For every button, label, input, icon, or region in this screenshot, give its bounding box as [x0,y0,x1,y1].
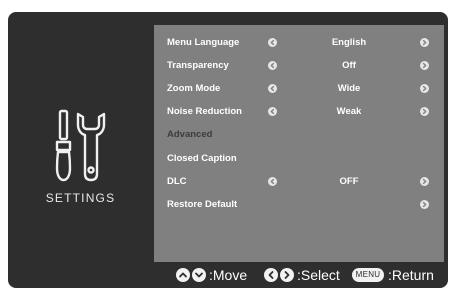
tools-icon [55,109,106,182]
right-arrow-icon[interactable] [420,200,429,209]
menu-item-label: Closed Caption [167,153,237,164]
menu-button-icon: MENU [352,268,384,282]
menu-item-zoom-mode[interactable]: Zoom Mode Wide [154,78,444,98]
up-button-icon [176,268,190,282]
settings-sidebar: SETTINGS [8,12,153,262]
settings-screen: SETTINGS Menu Language English Transparenc… [0,0,455,291]
menu-item-noise-reduction[interactable]: Noise Reduction Weak [154,101,444,121]
menu-item-label: Noise Reduction [167,106,242,117]
left-arrow-icon[interactable] [268,107,277,116]
key-hint-bar: :Move :Select MENU :Return [154,264,444,286]
move-hint: :Move [209,267,248,283]
right-arrow-icon[interactable] [420,61,429,70]
right-arrow-icon[interactable] [420,177,429,186]
right-arrow-icon[interactable] [420,107,429,116]
left-button-icon [264,268,278,282]
settings-menu: Menu Language English Transparency Off Zoom … [154,25,444,262]
menu-item-menu-language[interactable]: Menu Language English [154,32,444,52]
menu-item-label: Zoom Mode [167,83,221,94]
right-arrow-icon[interactable] [420,38,429,47]
menu-item-value: Off [342,60,356,71]
menu-item-label: Transparency [167,60,229,71]
settings-title: SETTINGS [45,191,116,205]
left-arrow-icon[interactable] [268,61,277,70]
left-arrow-icon[interactable] [268,177,277,186]
menu-item-dlc[interactable]: DLC OFF [154,171,444,191]
menu-item-value: Wide [337,83,361,94]
menu-item-value: OFF [339,176,359,187]
return-hint: :Return [388,267,434,283]
menu-item-value: Weak [336,106,362,117]
menu-item-label: Restore Default [167,199,238,210]
left-arrow-icon[interactable] [268,84,277,93]
down-button-icon [192,268,206,282]
select-hint: :Select [297,267,340,283]
menu-item-label: Menu Language [167,37,240,48]
menu-item-value: English [331,37,367,48]
menu-item-transparency[interactable]: Transparency Off [154,55,444,75]
right-button-icon [280,268,294,282]
menu-item-advanced[interactable]: Advanced [154,124,444,144]
menu-item-label: DLC [167,176,187,187]
menu-item-label: Advanced [167,129,213,140]
left-arrow-icon[interactable] [268,38,277,47]
menu-item-closed-caption[interactable]: Closed Caption [154,148,444,168]
menu-item-restore-default[interactable]: Restore Default [154,194,444,214]
settings-panel: SETTINGS Menu Language English Transparenc… [8,12,448,288]
right-arrow-icon[interactable] [420,84,429,93]
